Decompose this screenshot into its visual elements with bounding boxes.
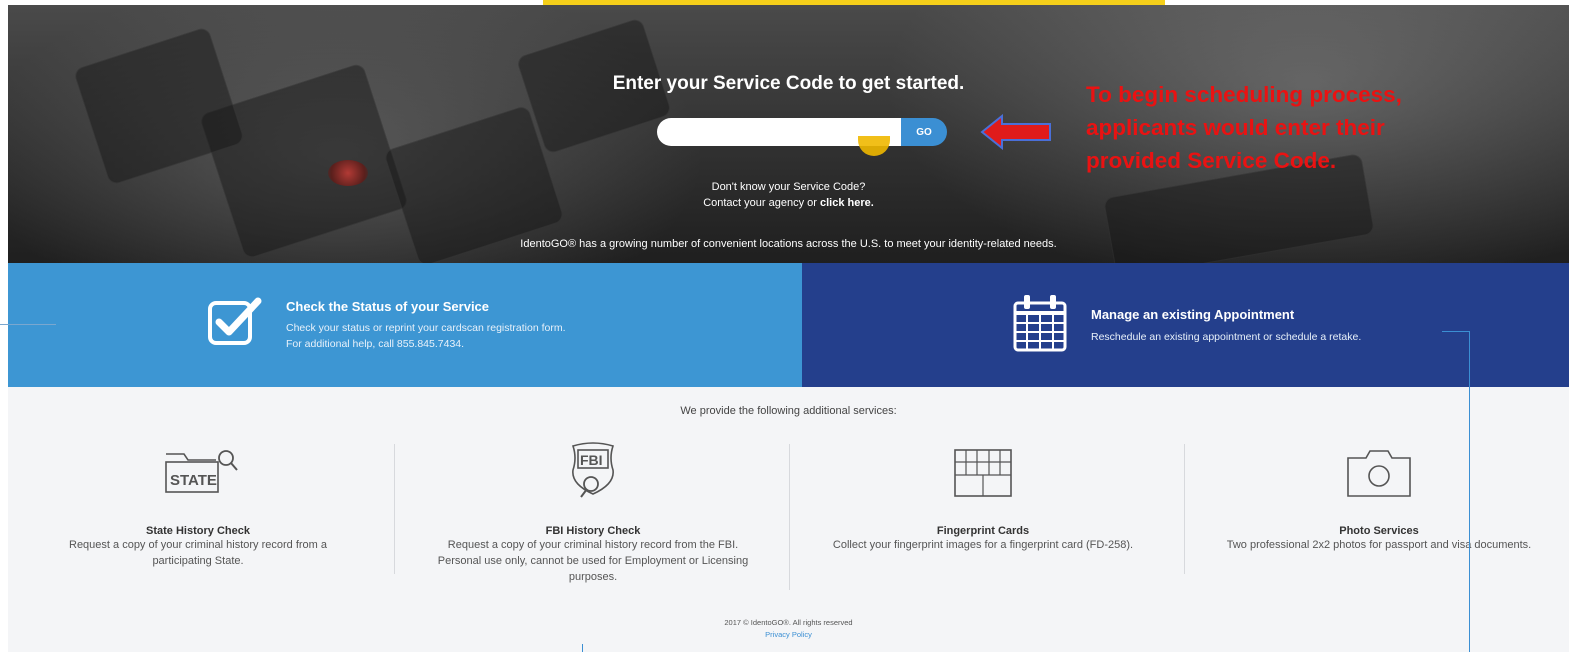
check-status-description: Check your status or reprint your cardsc… [286,320,566,352]
click-here-link[interactable]: click here. [820,197,874,209]
additional-services-section: We provide the following additional serv… [8,387,1569,652]
service-divider [1184,444,1185,574]
service-card-photo[interactable]: Photo Services Two professional 2x2 phot… [1189,442,1569,553]
manage-appointment-panel[interactable]: Manage an existing Appointment Reschedul… [802,263,1569,387]
footer-copyright: 2017 © IdentoGO®. All rights reserved [724,618,853,627]
service-divider [394,444,395,574]
calendar-icon [1013,295,1067,352]
help-line-1: Don't know your Service Code? [711,181,866,193]
fbi-icon-label: FBI [580,452,603,468]
checkbox-check-icon [208,297,262,345]
state-folder-search-icon: STATE [8,442,388,504]
fbi-badge-search-icon: FBI [403,442,783,504]
annotation-guide-line [1442,331,1470,332]
help-line-2: Contact your agency or click here. [8,195,1569,211]
go-button[interactable]: GO [901,118,947,146]
service-title: FBI History Check [545,525,641,537]
hero-tagline: IdentoGO® has a growing number of conven… [520,238,1057,250]
check-status-panel[interactable]: Check the Status of your Service Check y… [8,263,802,387]
services-heading: We provide the following additional serv… [680,405,897,417]
check-status-desc-line: For additional help, call 855.845.7434. [286,338,465,350]
annotation-guide-line [1469,331,1470,652]
manage-appointment-title: Manage an existing Appointment [1091,307,1295,322]
annotation-line: provided Service Code. [1086,148,1337,173]
service-description: Request a copy of your criminal history … [437,539,749,583]
state-icon-label: STATE [170,472,217,489]
service-divider [789,444,790,590]
check-status-title: Check the Status of your Service [286,299,490,314]
fingerprint-card-icon [793,442,1173,504]
left-arrow-icon [980,114,1051,150]
service-card-fingerprint[interactable]: Fingerprint Cards Collect your fingerpri… [793,442,1173,553]
annotation-line: To begin scheduling process, [1086,82,1402,107]
privacy-policy-link[interactable]: Privacy Policy [8,630,1569,639]
service-code-help: Don't know your Service Code? Contact yo… [8,179,1569,211]
service-title: Photo Services [1339,525,1419,537]
annotation-guide-line [0,324,56,325]
service-card-state[interactable]: STATE State History Check Request a copy… [8,442,388,569]
service-title: Fingerprint Cards [936,525,1030,537]
help-line-2-text: Contact your agency or [703,197,820,209]
service-title: State History Check [146,525,250,537]
check-status-desc-line: Check your status or reprint your cardsc… [286,322,566,334]
annotation-callout: To begin scheduling process, applicants … [1086,78,1506,177]
manage-appointment-description: Reschedule an existing appointment or sc… [1091,331,1362,343]
service-description: Collect your fingerprint images for a fi… [832,539,1134,551]
annotation-guide-line [582,644,583,652]
service-card-fbi[interactable]: FBI FBI History Check Request a copy of … [403,442,783,585]
service-description: Request a copy of your criminal history … [69,539,327,567]
service-code-form: GO [657,118,947,146]
service-description: Two professional 2x2 photos for passport… [1226,539,1532,551]
camera-icon [1189,442,1569,504]
annotation-line: applicants would enter their [1086,115,1385,140]
